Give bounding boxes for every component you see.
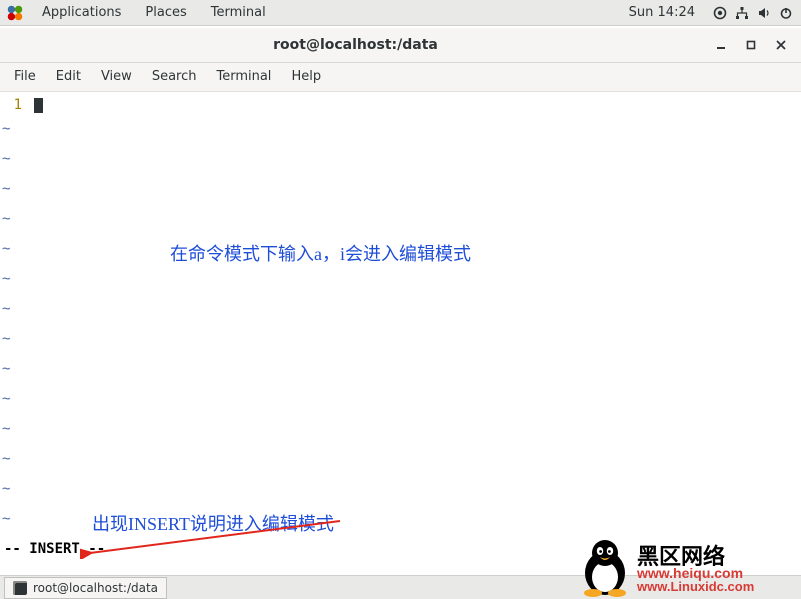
annotation-bottom: 出现INSERT说明进入编辑模式: [92, 510, 334, 536]
network-icon[interactable]: [731, 0, 753, 26]
bottom-taskbar: root@localhost:/data: [0, 575, 801, 599]
vim-status-line: -- INSERT --: [4, 540, 105, 558]
volume-icon[interactable]: [753, 0, 775, 26]
line-number-gutter: 1: [0, 92, 28, 114]
power-icon[interactable]: [775, 0, 797, 26]
vim-tilde-column: ~~~~~~~~~~~~~~: [2, 114, 10, 534]
menu-help[interactable]: Help: [281, 63, 331, 91]
minimize-button[interactable]: [709, 33, 733, 57]
close-button[interactable]: [769, 33, 793, 57]
taskbar-item-label: root@localhost:/data: [33, 581, 158, 595]
panel-terminal[interactable]: Terminal: [199, 0, 278, 26]
menu-search[interactable]: Search: [142, 63, 207, 91]
panel-applications[interactable]: Applications: [30, 0, 133, 26]
cursor: [34, 98, 43, 113]
window-title: root@localhost:/data: [8, 37, 703, 53]
line-number: 1: [0, 92, 22, 114]
activities-icon[interactable]: [6, 4, 24, 22]
vim-editor-area[interactable]: 1 ~~~~~~~~~~~~~~ 在命令模式下输入a，i会进入编辑模式 出现IN…: [0, 92, 801, 558]
terminal-window: root@localhost:/data File Edit View Sear…: [0, 28, 801, 558]
panel-clock[interactable]: Sun 14:24: [615, 0, 709, 26]
menu-edit[interactable]: Edit: [46, 63, 91, 91]
annotation-top: 在命令模式下输入a，i会进入编辑模式: [170, 240, 471, 266]
maximize-button[interactable]: [739, 33, 763, 57]
menu-bar: File Edit View Search Terminal Help: [0, 63, 801, 92]
gnome-top-panel: Applications Places Terminal Sun 14:24: [0, 0, 801, 26]
menu-terminal[interactable]: Terminal: [206, 63, 281, 91]
panel-places[interactable]: Places: [133, 0, 198, 26]
record-icon[interactable]: [709, 0, 731, 26]
taskbar-item-terminal[interactable]: root@localhost:/data: [4, 577, 167, 599]
terminal-icon: [13, 581, 27, 595]
title-bar: root@localhost:/data: [0, 28, 801, 63]
menu-view[interactable]: View: [91, 63, 142, 91]
menu-file[interactable]: File: [4, 63, 46, 91]
